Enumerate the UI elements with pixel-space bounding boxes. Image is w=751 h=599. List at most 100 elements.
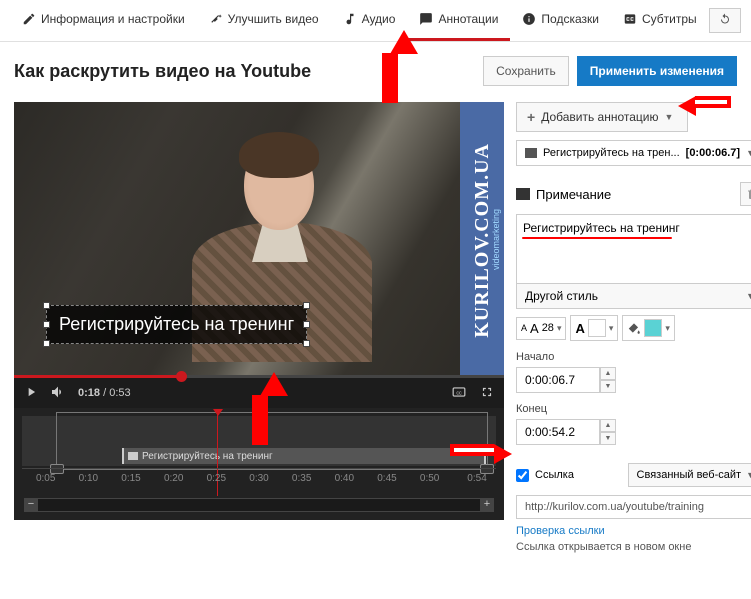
progress-handle[interactable] [176,371,187,382]
undo-icon [718,13,732,25]
add-annotation-button[interactable]: + Добавить аннотацию ▼ [516,102,688,132]
revert-button[interactable] [709,8,741,33]
tick: 0:45 [377,473,396,484]
link-label: Ссылка [535,469,574,481]
tab-hints-label: Подсказки [541,12,599,26]
font-size-value: 28 [542,322,554,334]
play-button[interactable] [24,385,38,402]
tab-subtitles[interactable]: Субтитры [611,0,709,41]
timeline-annotation-label: Регистрируйтесь на тренинг [142,451,273,462]
font-size-picker[interactable]: AA 28 ▾ [516,317,566,340]
tab-audio[interactable]: Аудио [331,0,408,41]
time-step-up[interactable]: ▲ [600,367,616,380]
chevron-down-icon: ▾ [557,323,562,334]
color-swatch [644,319,662,337]
resize-handle[interactable] [43,302,50,309]
volume-icon [50,384,66,400]
tick: 0:20 [164,473,183,484]
resize-handle[interactable] [303,340,310,347]
annotation-item-label: Регистрируйтесь на трен... [543,147,680,159]
annotation-overlay-text: Регистрируйтесь на тренинг [59,314,294,334]
tick: 0:10 [79,473,98,484]
tab-annotations-label: Аннотации [438,12,498,26]
chevron-down-icon: ▼ [665,112,674,122]
fullscreen-icon [480,385,494,399]
svg-text:cc: cc [456,390,462,396]
time-step-down[interactable]: ▼ [600,380,616,393]
paint-bucket-icon [627,321,641,335]
tab-enhance-label: Улучшить видео [228,12,319,26]
tick: 0:30 [249,473,268,484]
video-player[interactable]: KURILOV.COM.UA videomarketing Регистриру… [14,102,504,378]
timeline: Регистрируйтесь на тренинг 0:05 0:10 0:1… [14,408,504,520]
tab-hints[interactable]: Подсказки [510,0,611,41]
time-display: 0:18 / 0:53 [78,387,131,399]
resize-handle[interactable] [43,321,50,328]
font-size-icon: A [530,321,539,336]
font-size-icon: A [521,323,527,333]
speech-bubble-icon [419,12,433,26]
style-select[interactable]: Другой стиль ▼ [516,283,751,309]
fullscreen-button[interactable] [480,385,494,402]
link-checkbox[interactable] [516,469,529,482]
start-time-label: Начало [516,351,751,363]
tick: 0:40 [335,473,354,484]
tab-enhance[interactable]: Улучшить видео [197,0,331,41]
pencil-icon [22,12,36,26]
color-swatch [588,319,606,337]
chevron-down-icon: ▼ [746,291,751,301]
tab-annotations[interactable]: Аннотации [407,0,510,41]
video-title: Как раскрутить видео на Youtube [14,61,311,82]
tab-info[interactable]: Информация и настройки [10,0,197,41]
cc-icon: cc [450,385,468,399]
annotation-list-item[interactable]: Регистрируйтесь на трен... [0:00:06.7] ▼ [516,140,751,166]
zoom-in-button[interactable]: + [480,498,494,512]
timeline-zoom-bar[interactable]: − + [24,498,494,512]
note-icon [525,148,537,158]
section-title: Примечание [536,187,611,202]
progress-bar[interactable] [14,375,504,378]
link-type-label: Связанный веб-сайт [637,469,742,481]
chevron-down-icon: ▾ [609,323,614,334]
end-time-input[interactable] [516,419,600,445]
link-url-input[interactable] [516,495,751,519]
tick: 0:50 [420,473,439,484]
link-test-link[interactable]: Проверка ссылки [516,525,751,537]
player-controls: 0:18 / 0:53 cc [14,378,504,408]
delete-annotation-button[interactable] [740,182,751,206]
annotation-overlay[interactable]: Регистрируйтесь на тренинг [46,305,307,344]
resize-handle[interactable] [303,321,310,328]
tab-audio-label: Аудио [362,12,396,26]
timeline-annotation-item[interactable]: Регистрируйтесь на тренинг [122,448,486,464]
zoom-out-button[interactable]: − [24,498,38,512]
link-type-select[interactable]: Связанный веб-сайт ▼ [628,463,751,487]
info-icon [522,12,536,26]
style-select-label: Другой стиль [525,289,598,303]
note-icon [128,452,138,460]
save-button[interactable]: Сохранить [483,56,569,86]
timeline-track[interactable]: Регистрируйтесь на тренинг [22,416,496,466]
bg-color-picker[interactable]: ▾ [622,315,675,341]
trash-icon [746,187,751,201]
volume-button[interactable] [50,384,66,403]
font-color-icon: A [575,321,584,336]
annotation-text-input[interactable]: Регистрируйтесь на тренинг [516,214,751,284]
add-annotation-label: Добавить аннотацию [541,110,658,124]
start-time-input[interactable] [516,367,600,393]
video-watermark: KURILOV.COM.UA videomarketing [460,102,504,378]
font-color-picker[interactable]: A ▾ [570,315,618,341]
resize-handle[interactable] [43,340,50,347]
current-time: 0:18 [78,387,100,399]
time-step-up[interactable]: ▲ [600,419,616,432]
watermark-sub: videomarketing [491,209,501,270]
apply-changes-button[interactable]: Применить изменения [577,56,737,86]
tick: 0:05 [36,473,55,484]
time-step-down[interactable]: ▼ [600,432,616,445]
tab-info-label: Информация и настройки [41,12,185,26]
cc-toggle[interactable]: cc [450,385,468,402]
link-note: Ссылка открывается в новом окне [516,541,751,553]
music-note-icon [343,12,357,26]
resize-handle[interactable] [303,302,310,309]
tick: 0:35 [292,473,311,484]
chevron-down-icon: ▼ [746,148,751,158]
